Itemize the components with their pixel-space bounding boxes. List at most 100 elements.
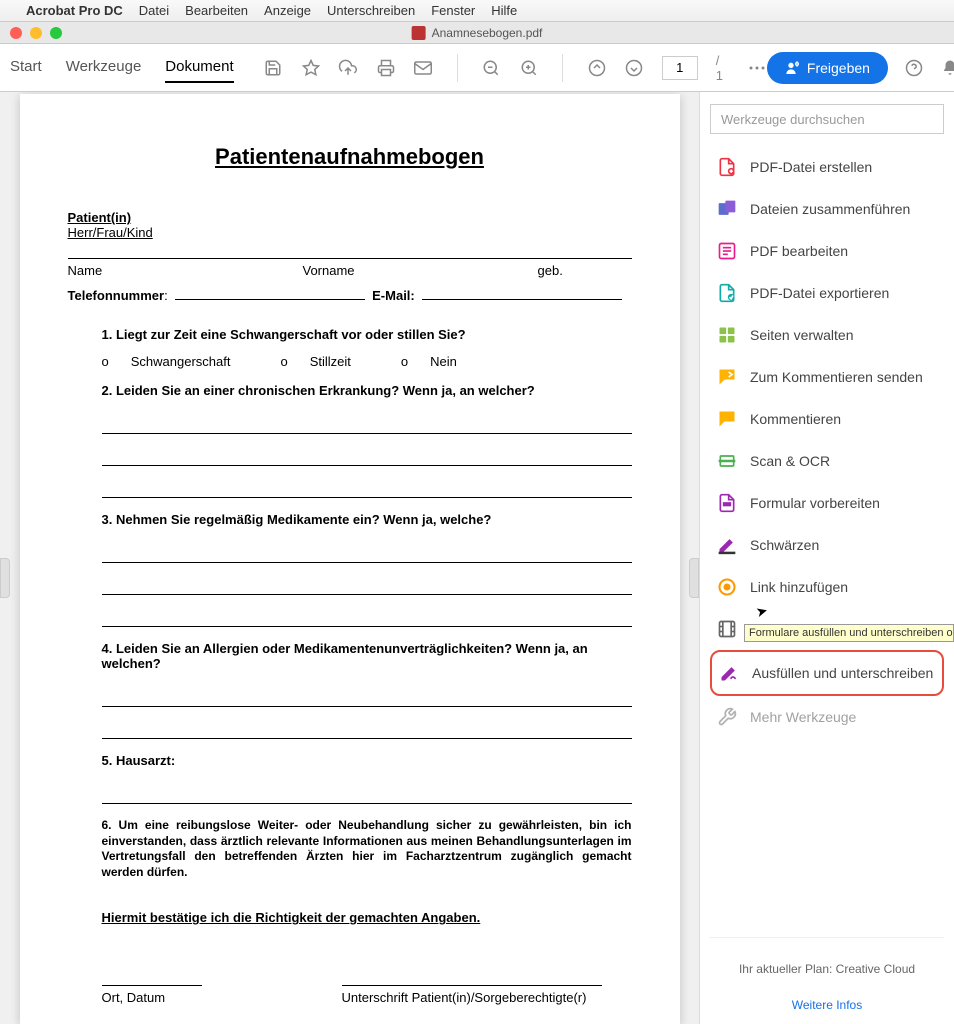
tool-label: Scan & OCR xyxy=(750,453,830,469)
tooltip: Formulare ausfüllen und unterschreiben o… xyxy=(744,624,954,642)
export-pdf-icon xyxy=(716,282,738,304)
menu-hilfe[interactable]: Hilfe xyxy=(491,3,517,18)
q3-text: 3. Nehmen Sie regelmäßig Medikamente ein… xyxy=(102,512,632,527)
field-vorname: Vorname xyxy=(303,263,538,278)
confirm-statement: Hiermit bestätige ich die Richtigkeit de… xyxy=(102,910,632,925)
filename-label: Anamnesebogen.pdf xyxy=(432,26,543,40)
q6-text: 6. Um eine reibungslose Weiter- oder Neu… xyxy=(102,818,632,880)
q5-text: 5. Hausarzt: xyxy=(102,753,632,768)
question-4: 4. Leiden Sie an Allergien oder Medikame… xyxy=(102,641,632,739)
mail-icon[interactable] xyxy=(413,58,432,78)
q2-text: 2. Leiden Sie an einer chronischen Erkra… xyxy=(102,383,632,398)
redact-icon xyxy=(716,534,738,556)
send-comment-icon xyxy=(716,366,738,388)
tool-combine-files[interactable]: Dateien zusammenführen xyxy=(710,188,944,230)
tools-search-input[interactable]: Werkzeuge durchsuchen xyxy=(710,104,944,134)
question-1: 1. Liegt zur Zeit eine Schwangerschaft v… xyxy=(102,327,632,369)
more-info-link[interactable]: Weitere Infos xyxy=(710,998,944,1012)
tool-label: Link hinzufügen xyxy=(750,579,848,595)
tool-label: Mehr Werkzeuge xyxy=(750,709,856,725)
combine-icon xyxy=(716,198,738,220)
minimize-window-button[interactable] xyxy=(30,27,42,39)
tool-create-pdf[interactable]: PDF-Datei erstellen xyxy=(710,146,944,188)
page-total-label: / 1 xyxy=(716,53,730,83)
q1-radio-3: o xyxy=(401,354,408,369)
tab-start[interactable]: Start xyxy=(10,52,42,83)
create-pdf-icon xyxy=(716,156,738,178)
traffic-lights xyxy=(0,27,62,39)
plan-info: Ihr aktueller Plan: Creative Cloud Weite… xyxy=(710,937,944,1012)
link-icon xyxy=(716,576,738,598)
q1-opt1: Schwangerschaft xyxy=(131,354,231,369)
mac-menubar: Acrobat Pro DC Datei Bearbeiten Anzeige … xyxy=(0,0,954,22)
tool-organize-pages[interactable]: Seiten verwalten xyxy=(710,314,944,356)
maximize-window-button[interactable] xyxy=(50,27,62,39)
tool-label: Kommentieren xyxy=(750,411,841,427)
main-toolbar: Start Werkzeuge Dokument / 1 Freigeben xyxy=(0,44,954,92)
field-geb: geb. xyxy=(538,263,632,278)
zoom-out-icon[interactable] xyxy=(482,58,501,78)
signature-row: Ort, Datum Unterschrift Patient(in)/Sorg… xyxy=(102,985,632,1005)
tab-werkzeuge[interactable]: Werkzeuge xyxy=(66,52,142,83)
tool-prepare-form[interactable]: Formular vorbereiten xyxy=(710,482,944,524)
document-viewport[interactable]: Patientenaufnahmebogen Patient(in) Herr/… xyxy=(0,92,699,1024)
tool-redact[interactable]: Schwärzen xyxy=(710,524,944,566)
field-telefon: Telefonnummer xyxy=(68,288,165,303)
scan-icon xyxy=(716,450,738,472)
q1-radio-2: o xyxy=(280,354,287,369)
comment-icon xyxy=(716,408,738,430)
zoom-in-icon[interactable] xyxy=(519,58,538,78)
tool-edit-pdf[interactable]: PDF bearbeiten xyxy=(710,230,944,272)
menu-datei[interactable]: Datei xyxy=(139,3,169,18)
edit-pdf-icon xyxy=(716,240,738,262)
tool-send-for-comments[interactable]: Zum Kommentieren senden xyxy=(710,356,944,398)
tool-label: Zum Kommentieren senden xyxy=(750,369,923,385)
menubar-app-name[interactable]: Acrobat Pro DC xyxy=(26,3,123,18)
q1-opt3: Nein xyxy=(430,354,457,369)
menu-bearbeiten[interactable]: Bearbeiten xyxy=(185,3,248,18)
more-tools-icon xyxy=(716,706,738,728)
question-5: 5. Hausarzt: xyxy=(102,753,632,804)
tool-more-tools[interactable]: Mehr Werkzeuge xyxy=(710,696,944,738)
tool-export-pdf[interactable]: PDF-Datei exportieren xyxy=(710,272,944,314)
print-icon[interactable] xyxy=(376,58,395,78)
page-number-input[interactable] xyxy=(662,56,698,80)
tool-fill-sign[interactable]: Ausfüllen und unterschreiben xyxy=(710,650,944,696)
question-2: 2. Leiden Sie an einer chronischen Erkra… xyxy=(102,383,632,498)
save-icon[interactable] xyxy=(264,58,283,78)
star-icon[interactable] xyxy=(301,58,320,78)
media-icon xyxy=(716,618,738,640)
cloud-upload-icon[interactable] xyxy=(338,58,358,78)
menu-fenster[interactable]: Fenster xyxy=(431,3,475,18)
tool-comment[interactable]: Kommentieren xyxy=(710,398,944,440)
phone-row: Telefonnummer: E-Mail: xyxy=(68,288,632,303)
menu-anzeige[interactable]: Anzeige xyxy=(264,3,311,18)
tool-add-link[interactable]: Link hinzufügen xyxy=(710,566,944,608)
field-name: Name xyxy=(68,263,303,278)
right-panel-toggle[interactable] xyxy=(689,558,699,598)
q4-text: 4. Leiden Sie an Allergien oder Medikame… xyxy=(102,641,632,671)
patient-label: Patient(in) xyxy=(68,210,632,225)
share-button[interactable]: Freigeben xyxy=(767,52,888,84)
page-down-icon[interactable] xyxy=(624,58,643,78)
menu-unterschreiben[interactable]: Unterschreiben xyxy=(327,3,415,18)
form-icon xyxy=(716,492,738,514)
tool-scan-ocr[interactable]: Scan & OCR xyxy=(710,440,944,482)
tool-label: Formular vorbereiten xyxy=(750,495,880,511)
titlebar-filename: Anamnesebogen.pdf xyxy=(412,26,543,40)
more-options-icon[interactable] xyxy=(748,58,767,78)
question-3: 3. Nehmen Sie regelmäßig Medikamente ein… xyxy=(102,512,632,627)
search-placeholder: Werkzeuge durchsuchen xyxy=(721,112,865,127)
tool-label: Ausfüllen und unterschreiben xyxy=(752,665,933,681)
page-up-icon[interactable] xyxy=(587,58,606,78)
q1-text: 1. Liegt zur Zeit eine Schwangerschaft v… xyxy=(102,327,632,342)
bell-icon[interactable] xyxy=(940,58,954,78)
tab-dokument[interactable]: Dokument xyxy=(165,52,233,83)
left-panel-toggle[interactable] xyxy=(0,558,10,598)
patient-sub-label: Herr/Frau/Kind xyxy=(68,225,632,240)
tool-label: PDF-Datei erstellen xyxy=(750,159,872,175)
close-window-button[interactable] xyxy=(10,27,22,39)
help-icon[interactable] xyxy=(904,58,924,78)
tool-label: Seiten verwalten xyxy=(750,327,854,343)
pdf-file-icon xyxy=(412,26,426,40)
